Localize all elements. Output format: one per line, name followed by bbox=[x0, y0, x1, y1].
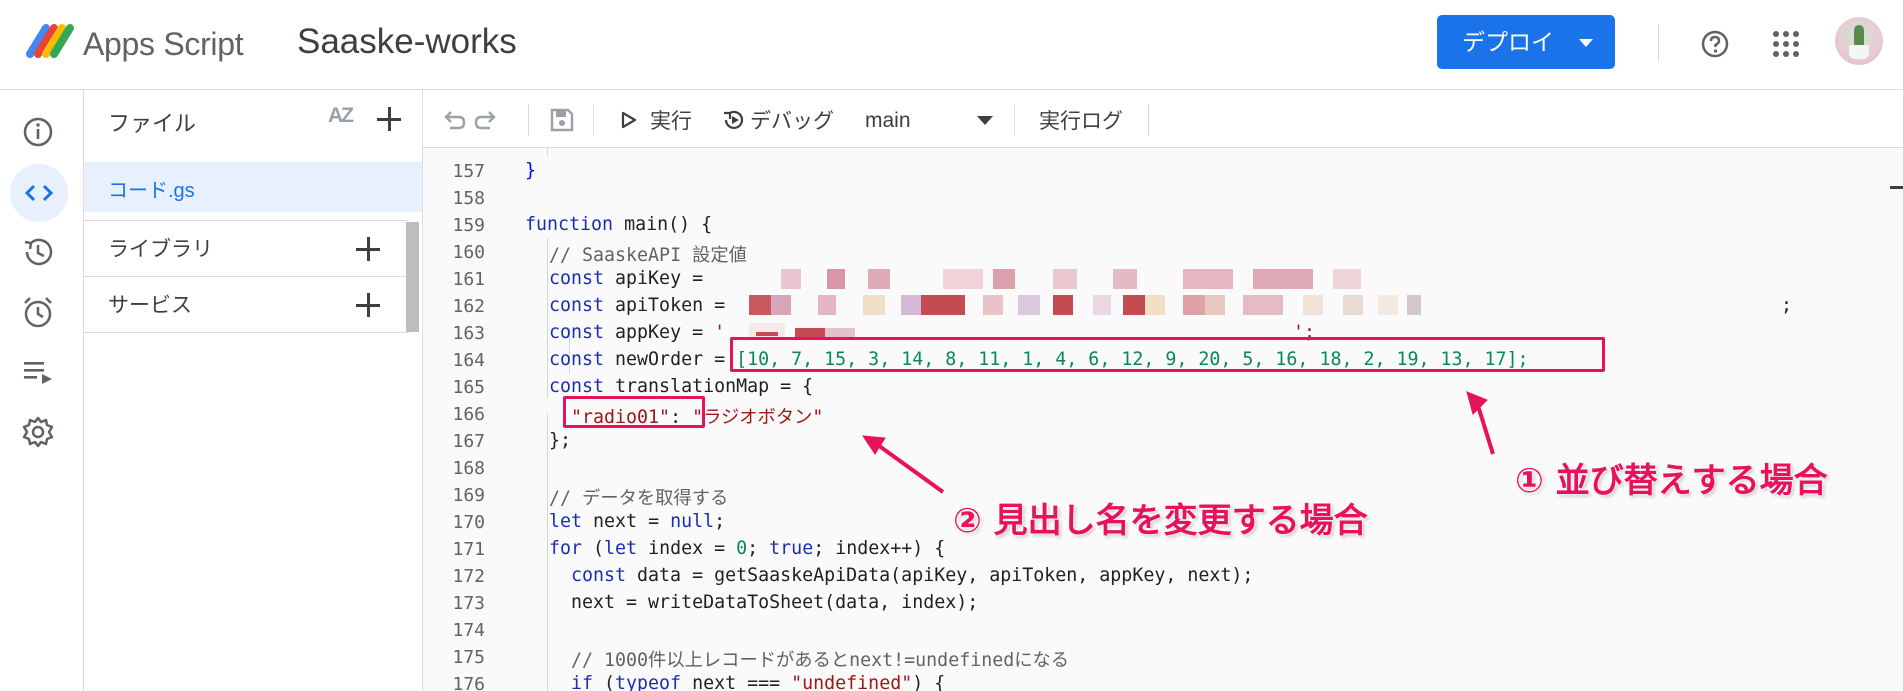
annotation-sort: ① 並び替えする場合 bbox=[1515, 461, 1828, 501]
top-bar: Apps Script Saaske-works デプロイ bbox=[0, 0, 1903, 90]
code-icon bbox=[24, 184, 54, 202]
info-icon[interactable] bbox=[18, 112, 58, 152]
redo-icon[interactable] bbox=[473, 107, 499, 133]
function-select[interactable]: main bbox=[865, 109, 911, 133]
executions-icon[interactable] bbox=[18, 352, 58, 392]
add-service-icon[interactable] bbox=[356, 293, 380, 317]
apps-grid-icon[interactable] bbox=[1771, 29, 1801, 59]
files-title: ファイル bbox=[108, 111, 197, 136]
gear-icon[interactable] bbox=[18, 412, 58, 452]
execution-log-button[interactable]: 実行ログ bbox=[1039, 105, 1123, 135]
deploy-button[interactable]: デプロイ bbox=[1437, 15, 1615, 69]
code-editor[interactable]: 157 158 159 160 161 162 163 164 165 166 … bbox=[423, 148, 1903, 691]
undo-icon[interactable] bbox=[441, 107, 467, 133]
scrollbar[interactable] bbox=[406, 222, 419, 332]
services-section[interactable]: サービス bbox=[84, 276, 409, 333]
editor-toolbar: 実行 デバッグ main 実行ログ bbox=[423, 90, 1903, 148]
add-file-icon[interactable] bbox=[377, 107, 401, 131]
run-button[interactable]: 実行 bbox=[650, 105, 692, 135]
play-icon bbox=[621, 111, 637, 129]
libraries-label: ライブラリ bbox=[108, 238, 213, 261]
nav-editor[interactable] bbox=[10, 164, 68, 222]
divider bbox=[1658, 24, 1659, 62]
alarm-icon[interactable] bbox=[18, 292, 58, 332]
services-label: サービス bbox=[108, 294, 192, 317]
files-header: ファイル AZ bbox=[84, 90, 423, 148]
left-nav bbox=[0, 90, 84, 691]
save-icon[interactable] bbox=[549, 107, 575, 133]
annotation-rename: ② 見出し名を変更する場合 bbox=[953, 501, 1368, 541]
file-name: コード.gs bbox=[108, 180, 195, 202]
debug-icon bbox=[724, 110, 744, 129]
app-name[interactable]: Apps Script bbox=[83, 26, 244, 63]
chevron-down-icon[interactable] bbox=[977, 116, 993, 125]
chevron-down-icon bbox=[1579, 39, 1593, 47]
deploy-label: デプロイ bbox=[1462, 29, 1554, 55]
history-icon[interactable] bbox=[18, 232, 58, 272]
scroll-marker bbox=[1890, 186, 1903, 189]
add-library-icon[interactable] bbox=[356, 237, 380, 261]
sort-az-icon[interactable]: AZ bbox=[328, 104, 354, 128]
help-icon[interactable] bbox=[1700, 29, 1730, 59]
files-panel: ファイル AZ コード.gs ライブラリ サービス bbox=[84, 90, 423, 691]
avatar[interactable] bbox=[1835, 17, 1883, 65]
file-item-code-gs[interactable]: コード.gs bbox=[84, 162, 422, 212]
apps-script-logo[interactable] bbox=[24, 20, 74, 60]
libraries-section[interactable]: ライブラリ bbox=[84, 220, 409, 276]
annotation-arrows bbox=[862, 391, 1495, 494]
debug-button[interactable]: デバッグ bbox=[750, 105, 834, 135]
project-name[interactable]: Saaske-works bbox=[297, 22, 517, 62]
